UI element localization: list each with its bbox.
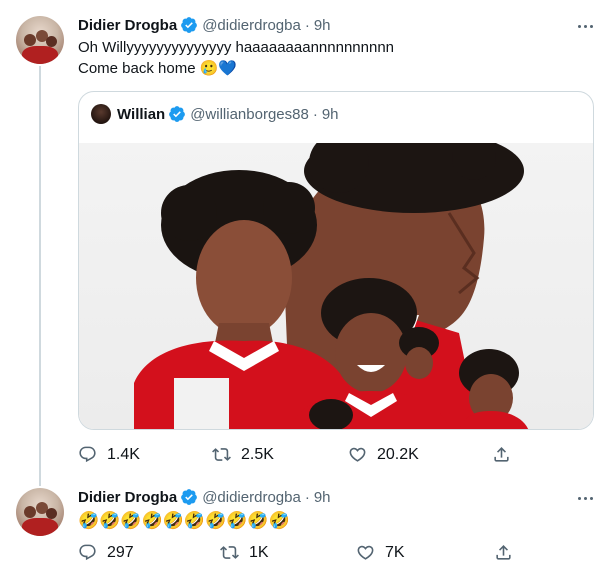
quoted-handle: @willianborges88 (190, 105, 309, 123)
separator-dot: · (312, 105, 318, 123)
more-options-icon[interactable] (575, 16, 595, 36)
share-button[interactable] (492, 445, 511, 464)
like-count: 20.2K (377, 445, 419, 463)
share-icon (496, 545, 511, 560)
heart-icon (349, 447, 366, 462)
like-count: 7K (385, 543, 405, 561)
avatar[interactable] (16, 16, 64, 64)
retweet-count: 1K (249, 543, 269, 561)
heart-icon (357, 545, 374, 560)
separator-dot: · (304, 16, 310, 34)
quoted-avatar (91, 104, 111, 124)
retweet-button[interactable]: 2.5K (212, 445, 274, 464)
timestamp[interactable]: 9h (314, 17, 331, 34)
reply-count: 297 (107, 543, 134, 561)
reply-count: 1.4K (107, 445, 140, 463)
avatar[interactable] (16, 488, 64, 536)
like-button[interactable]: 7K (356, 543, 405, 562)
verified-badge-icon (169, 106, 186, 122)
verified-badge-icon (181, 17, 198, 33)
quoted-tweet-header: Willian @willianborges88 · 9h (91, 104, 339, 124)
reply-icon (79, 544, 96, 561)
reply-button[interactable]: 297 (78, 543, 134, 562)
reply-icon (79, 446, 96, 463)
verified-badge-icon (181, 489, 198, 505)
quoted-tweet-card[interactable]: Willian @willianborges88 · 9h (78, 91, 594, 430)
tweet-text: 🤣🤣🤣🤣🤣🤣🤣🤣🤣🤣 (78, 511, 290, 530)
thread-connector-line (39, 66, 41, 486)
more-options-icon[interactable] (575, 488, 595, 508)
tweet-header: Didier Drogba @didierdrogba · 9h (78, 488, 331, 506)
tweet-text-line2-emoji: 🥲💙 (199, 60, 238, 77)
retweet-count: 2.5K (241, 445, 274, 463)
tweet-text-line1: Oh Willyyyyyyyyyyyyyy haaaaaaaannnnnnnnn… (78, 39, 395, 56)
display-name[interactable]: Didier Drogba (78, 489, 177, 506)
share-button[interactable] (494, 543, 513, 562)
tweet-text-line2: Come back home 🥲💙 (78, 59, 237, 79)
retweet-icon (220, 546, 239, 559)
reply-button[interactable]: 1.4K (78, 445, 140, 464)
quoted-display-name: Willian (117, 105, 166, 123)
quoted-tweet-image[interactable] (79, 143, 593, 429)
handle[interactable]: @didierdrogba (202, 17, 301, 34)
share-icon (494, 447, 509, 462)
display-name[interactable]: Didier Drogba (78, 17, 177, 34)
retweet-icon (212, 448, 231, 461)
quoted-timestamp: 9h (321, 105, 339, 123)
handle[interactable]: @didierdrogba (202, 489, 301, 506)
tweet-text-line2-words: Come back home (78, 60, 196, 77)
retweet-button[interactable]: 1K (220, 543, 269, 562)
like-button[interactable]: 20.2K (348, 445, 419, 464)
separator-dot: · (304, 488, 310, 506)
tweet-header: Didier Drogba @didierdrogba · 9h (78, 16, 331, 34)
player-collage-illustration (134, 143, 528, 429)
timestamp[interactable]: 9h (314, 489, 331, 506)
